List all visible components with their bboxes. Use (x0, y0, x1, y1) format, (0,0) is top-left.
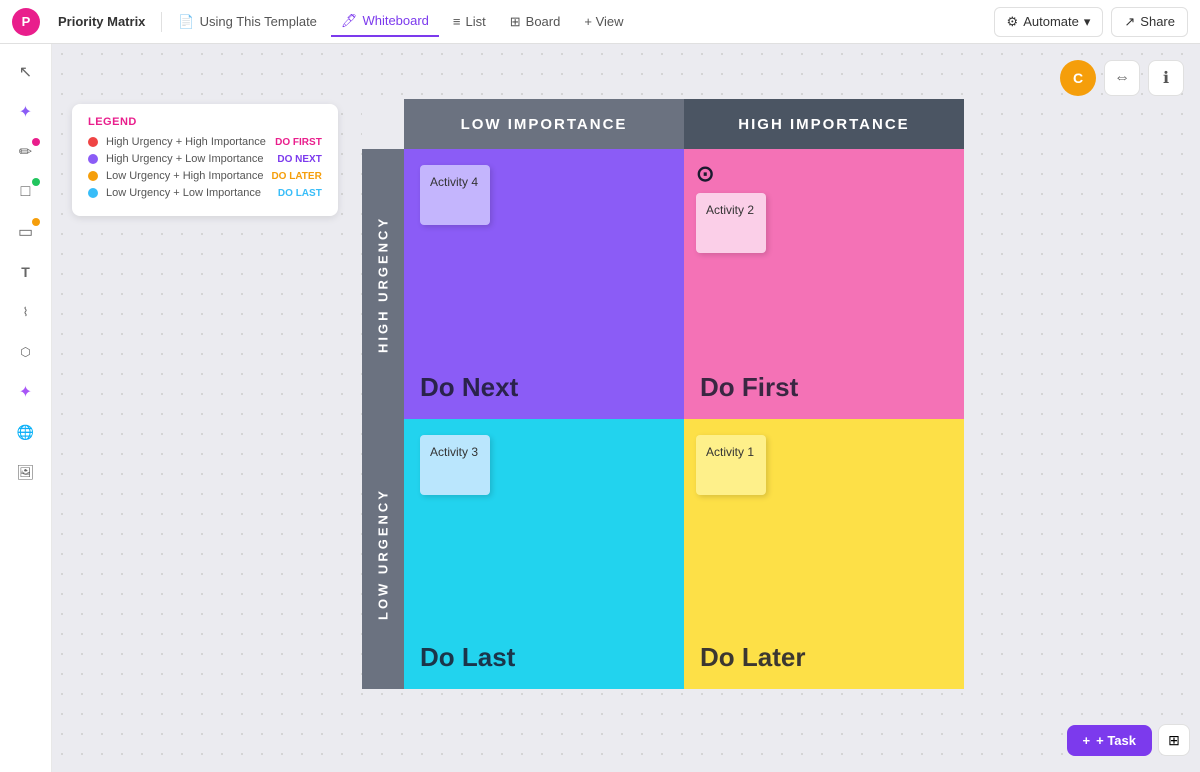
row-low-label: LOW URGENCY (376, 488, 391, 620)
legend-dot-last (88, 188, 98, 198)
do-later-label: Do Later (700, 642, 805, 673)
grid-icon: ⊞ (1168, 732, 1180, 749)
tool-image[interactable]: 🖼 (8, 454, 44, 490)
legend-item-next: High Urgency + Low Importance DO NEXT (88, 153, 322, 165)
user-avatar: C (1060, 60, 1096, 96)
exclamation-icon: ⊙ (696, 161, 714, 187)
tool-connect[interactable]: ⬡ (8, 334, 44, 370)
activity-2-note[interactable]: Activity 2 (696, 193, 766, 253)
legend-badge-first: DO FIRST (275, 137, 322, 148)
legend-dot-first (88, 137, 98, 147)
tool-shape[interactable]: □ (8, 174, 44, 210)
tab-list-label: List (466, 14, 486, 29)
list-icon: ≡ (453, 14, 461, 29)
do-next-label: Do Next (420, 372, 518, 403)
tab-template-label: Using This Template (200, 14, 317, 29)
tool-highlight[interactable]: ⌇ (8, 294, 44, 330)
pen-dot (32, 138, 40, 146)
col-low-label: LOW IMPORTANCE (461, 116, 628, 133)
tab-whiteboard-label: Whiteboard (362, 13, 428, 28)
sticky-dot (32, 218, 40, 226)
legend-dot-next (88, 154, 98, 164)
tool-pen[interactable]: ✏ (8, 134, 44, 170)
tab-list[interactable]: ≡ List (443, 8, 496, 35)
tab-add-view[interactable]: + View (574, 8, 633, 35)
left-sidebar: ↖ ✦ ✏ □ ▭ T ⌇ ⬡ ✦ 🌐 🖼 (0, 44, 52, 772)
legend-box: LEGEND High Urgency + High Importance DO… (72, 104, 338, 216)
tool-sticky[interactable]: ▭ (8, 214, 44, 250)
automate-icon: ⚙ (1007, 14, 1019, 30)
legend-badge-last: DO LAST (278, 188, 322, 199)
legend-title: LEGEND (88, 116, 322, 128)
share-button[interactable]: ↗ Share (1111, 7, 1188, 37)
matrix-corner (362, 99, 404, 149)
row-high-label: HIGH URGENCY (376, 215, 391, 352)
top-nav: P Priority Matrix 📄 Using This Template … (0, 0, 1200, 44)
template-icon: 📄 (178, 14, 194, 30)
activity-1-label: Activity 1 (706, 445, 754, 459)
activity-4-label: Activity 4 (430, 175, 478, 189)
task-label: + Task (1096, 733, 1136, 748)
row-header-low: LOW URGENCY (362, 419, 404, 689)
tool-text[interactable]: T (8, 254, 44, 290)
info-button[interactable]: ℹ (1148, 60, 1184, 96)
quadrant-do-next[interactable]: Activity 4 Do Next (404, 149, 684, 419)
do-last-label: Do Last (420, 642, 515, 673)
tool-cursor[interactable]: ↖ (8, 54, 44, 90)
share-label: Share (1140, 14, 1175, 29)
tab-board[interactable]: ⊞ Board (500, 8, 571, 36)
canvas-controls: C ⇔ ℹ (1060, 60, 1184, 96)
legend-text-last: Low Urgency + Low Importance (106, 187, 270, 199)
tool-smart-draw[interactable]: ✦ (8, 94, 44, 130)
legend-text-first: High Urgency + High Importance (106, 136, 267, 148)
legend-item-last: Low Urgency + Low Importance DO LAST (88, 187, 322, 199)
quadrant-do-last[interactable]: Activity 3 Do Last (404, 419, 684, 689)
share-icon: ↗ (1124, 14, 1135, 30)
activity-2-label: Activity 2 (706, 203, 754, 217)
legend-dot-later (88, 171, 98, 181)
board-icon: ⊞ (510, 14, 521, 30)
legend-item-first: High Urgency + High Importance DO FIRST (88, 136, 322, 148)
app-logo: P (12, 8, 40, 36)
tool-globe[interactable]: 🌐 (8, 414, 44, 450)
canvas-area[interactable]: C ⇔ ℹ LEGEND High Urgency + High Importa… (52, 44, 1200, 772)
expand-button[interactable]: ⇔ (1104, 60, 1140, 96)
nav-divider-1 (161, 12, 162, 32)
automate-button[interactable]: ⚙ Automate ▾ (994, 7, 1104, 37)
tab-board-label: Board (526, 14, 561, 29)
main-layout: ↖ ✦ ✏ □ ▭ T ⌇ ⬡ ✦ 🌐 🖼 C ⇔ ℹ LEGEND Hi (0, 44, 1200, 772)
tab-view-label: + View (584, 14, 623, 29)
priority-matrix-label: Priority Matrix (58, 14, 145, 29)
legend-badge-later: DO LATER (271, 171, 321, 182)
activity-1-note[interactable]: Activity 1 (696, 435, 766, 495)
legend-text-later: Low Urgency + High Importance (106, 170, 263, 182)
quadrant-do-later[interactable]: Activity 1 Do Later (684, 419, 964, 689)
nav-right: ⚙ Automate ▾ ↗ Share (994, 7, 1188, 37)
legend-badge-next: DO NEXT (277, 154, 321, 165)
legend-item-later: Low Urgency + High Importance DO LATER (88, 170, 322, 182)
priority-matrix: LOW IMPORTANCE HIGH IMPORTANCE HIGH URGE… (362, 99, 964, 689)
activity-3-note[interactable]: Activity 3 (420, 435, 490, 495)
do-first-label: Do First (700, 372, 798, 403)
automate-chevron: ▾ (1084, 14, 1091, 30)
tab-whiteboard[interactable]: 🖊 Whiteboard (331, 7, 439, 37)
whiteboard-icon: 🖊 (341, 13, 358, 29)
tab-priority-matrix[interactable]: Priority Matrix (48, 8, 155, 35)
col-high-label: HIGH IMPORTANCE (738, 116, 909, 133)
task-icon: + (1083, 733, 1091, 748)
legend-text-next: High Urgency + Low Importance (106, 153, 269, 165)
task-button[interactable]: + + Task (1067, 725, 1152, 756)
col-header-high: HIGH IMPORTANCE (684, 99, 964, 149)
activity-4-note[interactable]: Activity 4 (420, 165, 490, 225)
tab-using-template[interactable]: 📄 Using This Template (168, 8, 327, 36)
automate-label: Automate (1023, 14, 1079, 29)
shape-dot (32, 178, 40, 186)
tool-magic[interactable]: ✦ (8, 374, 44, 410)
row-header-high: HIGH URGENCY (362, 149, 404, 419)
col-header-low: LOW IMPORTANCE (404, 99, 684, 149)
grid-view-button[interactable]: ⊞ (1158, 724, 1190, 756)
activity-3-label: Activity 3 (430, 445, 478, 459)
quadrant-do-first[interactable]: ⊙ Activity 2 Do First (684, 149, 964, 419)
